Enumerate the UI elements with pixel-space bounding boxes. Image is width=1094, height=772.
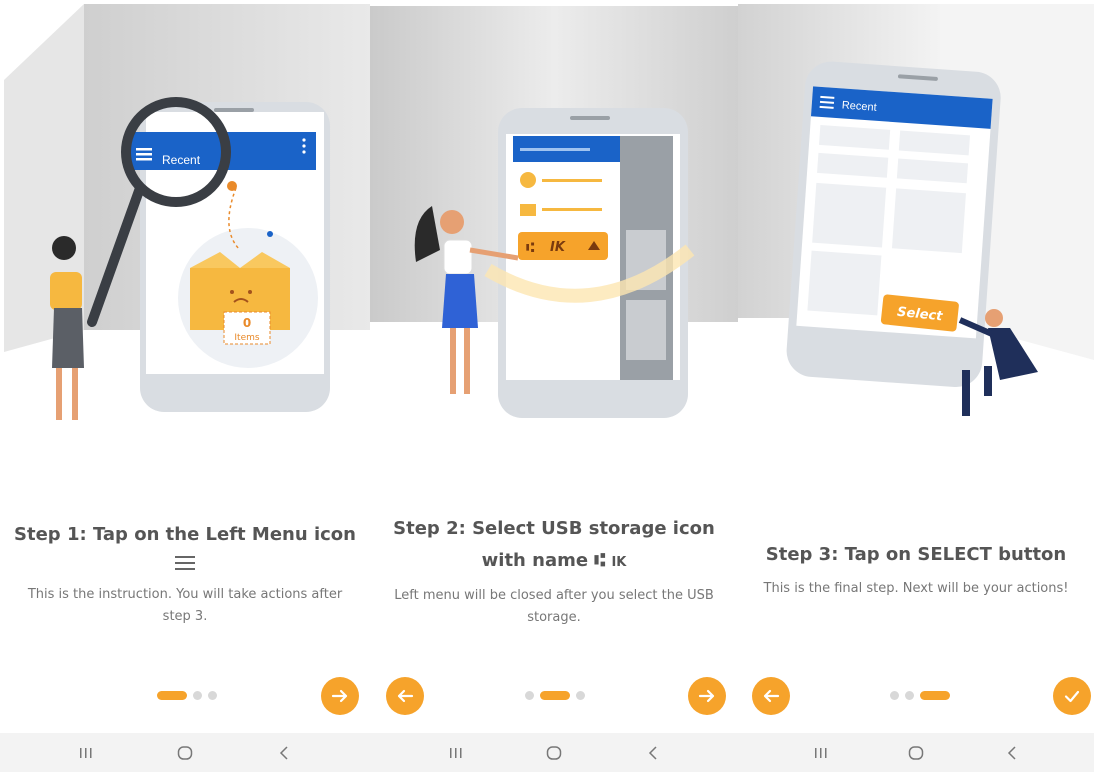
- step-2-illustration: IK ⑆: [370, 0, 738, 440]
- page-dot-1: [525, 690, 534, 700]
- next-button[interactable]: [321, 677, 359, 715]
- step-2-title-line-2: with name: [481, 550, 589, 571]
- step-1-title-text: Step 1: Tap on the Left Menu icon: [14, 524, 356, 545]
- onboarding-step-2: IK ⑆ Step 2: Select USB storage icon wit…: [370, 0, 738, 772]
- back-icon[interactable]: [640, 743, 666, 763]
- system-nav-bar: [738, 733, 1094, 772]
- arrow-right-icon: [698, 689, 715, 703]
- page-dot-3: [920, 690, 950, 700]
- usb-icon: ⑆: [594, 550, 606, 571]
- previous-button[interactable]: [386, 677, 424, 715]
- step-2-title: Step 2: Select USB storage icon with nam…: [370, 515, 738, 577]
- step-2-title-line-1: Step 2: Select USB storage icon: [393, 518, 715, 539]
- step-1-title: Step 1: Tap on the Left Menu icon: [0, 521, 370, 549]
- step-3-title: Step 3: Tap on SELECT button: [765, 544, 1067, 565]
- page-dot-2: [193, 690, 202, 700]
- box-count: 0: [243, 316, 251, 330]
- arrow-left-icon: [397, 689, 414, 703]
- box-label: Items: [234, 333, 259, 343]
- step-3-illustration: Recent Select: [738, 0, 1094, 440]
- previous-button[interactable]: [752, 677, 790, 715]
- menu-icon: [0, 552, 370, 571]
- back-icon[interactable]: [999, 743, 1025, 763]
- recent-apps-icon[interactable]: [808, 743, 834, 763]
- page-indicator: [890, 688, 950, 702]
- page-dot-3: [576, 690, 585, 700]
- page-dot-3: [208, 690, 217, 700]
- step-2-description: Left menu will be closed after you selec…: [394, 588, 714, 625]
- home-icon[interactable]: [172, 743, 198, 763]
- usb-storage-label: IK: [550, 240, 566, 255]
- home-icon[interactable]: [903, 743, 929, 763]
- system-nav-bar: [0, 733, 370, 772]
- page-dot-2: [905, 690, 914, 700]
- menu-icon: [819, 95, 835, 109]
- usb-icon-label: IK: [611, 555, 627, 570]
- page-dot-1: [157, 690, 187, 700]
- page-indicator: [157, 688, 217, 702]
- home-icon[interactable]: [541, 743, 567, 763]
- onboarding-step-3: Recent Select Step 3: Tap on SELECT butt…: [738, 0, 1094, 772]
- page-indicator: [525, 688, 585, 702]
- app-bar-title: Recent: [162, 153, 201, 167]
- app-bar-title: Recent: [841, 99, 877, 113]
- step-3-description: This is the final step. Next will be you…: [763, 581, 1069, 596]
- back-icon[interactable]: [271, 743, 297, 763]
- page-dot-1: [890, 690, 899, 700]
- recent-apps-icon[interactable]: [73, 743, 99, 763]
- step-1-description: This is the instruction. You will take a…: [27, 587, 343, 624]
- done-button[interactable]: [1053, 677, 1091, 715]
- arrow-left-icon: [763, 689, 780, 703]
- check-icon: [1064, 690, 1080, 703]
- menu-icon: [136, 148, 152, 161]
- arrow-right-icon: [331, 689, 348, 703]
- recent-apps-icon[interactable]: [443, 743, 469, 763]
- system-nav-bar: [370, 733, 738, 772]
- page-dot-2: [540, 690, 570, 700]
- onboarding-step-1: Recent 0 Items Step 1: Tap on the Left M…: [0, 0, 370, 772]
- next-button[interactable]: [688, 677, 726, 715]
- step-1-illustration: Recent 0 Items: [0, 0, 370, 440]
- usb-icon: ⑆: [526, 240, 535, 256]
